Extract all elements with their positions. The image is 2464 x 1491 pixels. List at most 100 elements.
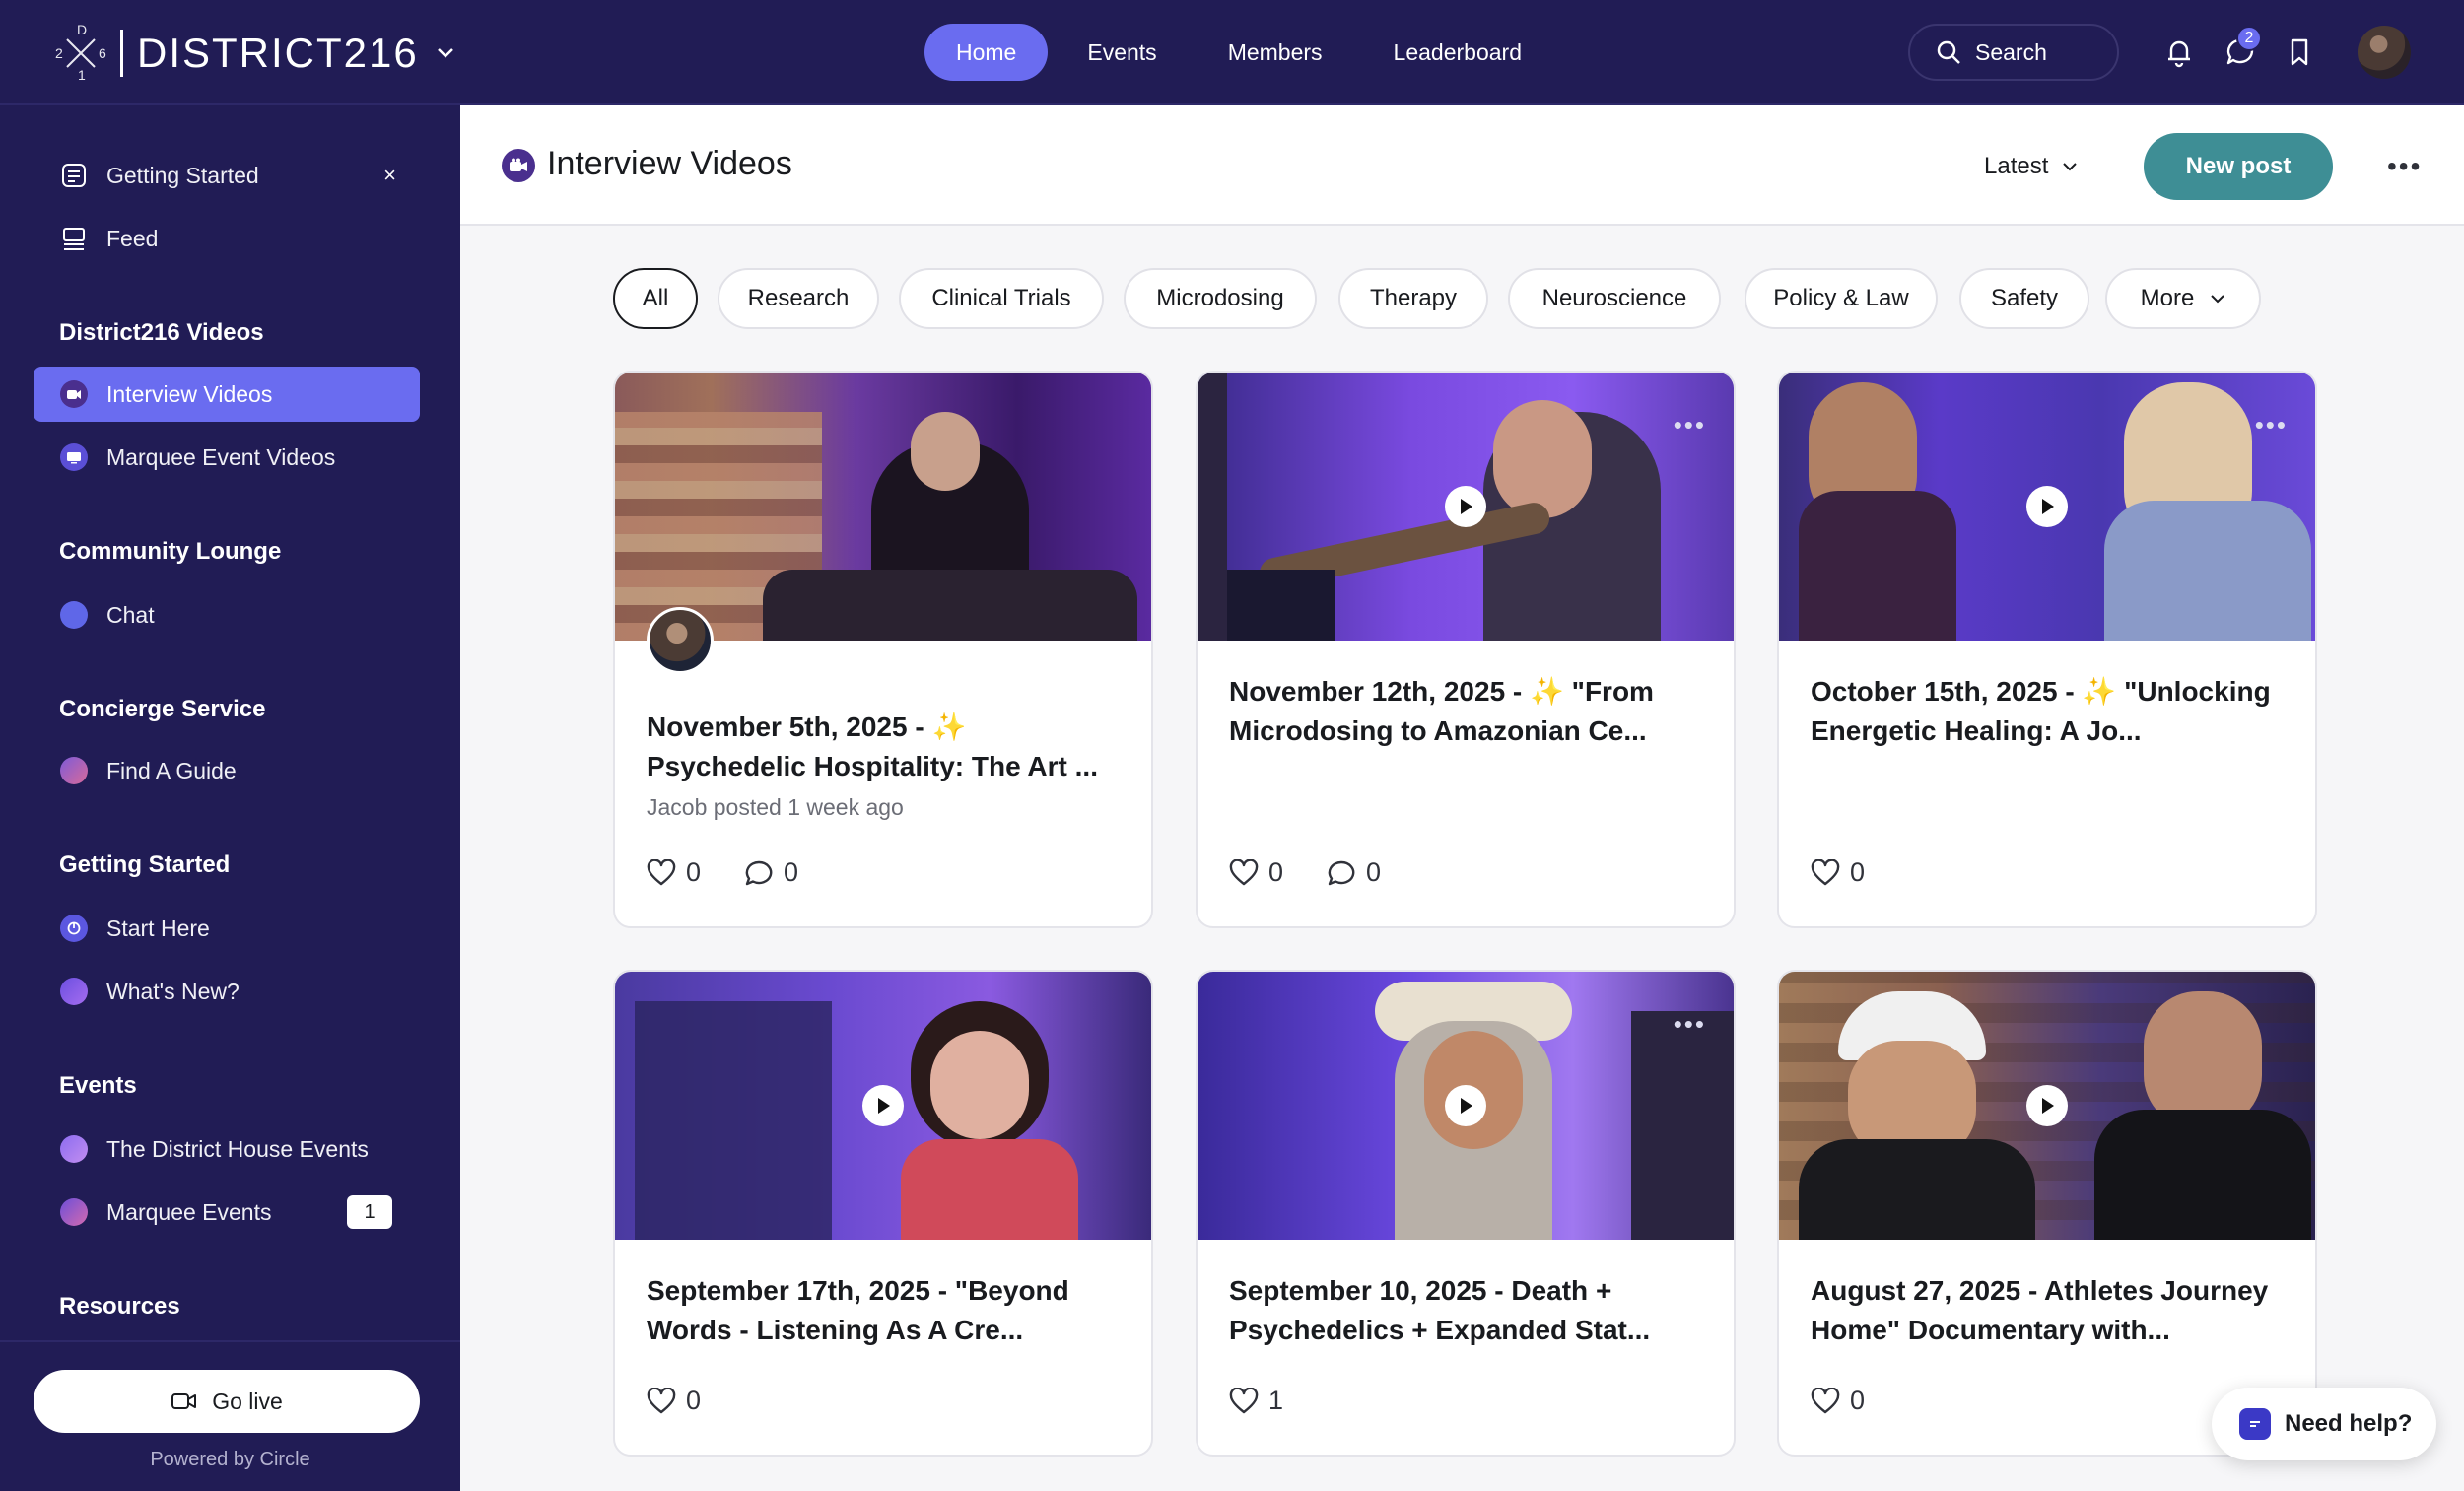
comment-count: 0 bbox=[1366, 857, 1382, 887]
filter-clinical-trials[interactable]: Clinical Trials bbox=[899, 268, 1104, 329]
powered-by-circle[interactable]: Powered by Circle bbox=[0, 1449, 460, 1471]
sidebar-section-heading: Events bbox=[59, 1072, 137, 1099]
bookmark-icon[interactable] bbox=[2283, 35, 2316, 69]
post-stats: 0 0 bbox=[1229, 857, 1408, 888]
like-button[interactable]: 0 bbox=[1811, 857, 1865, 888]
nav-leaderboard[interactable]: Leaderboard bbox=[1362, 24, 1553, 81]
filter-neuroscience[interactable]: Neuroscience bbox=[1508, 268, 1721, 329]
need-help-button[interactable]: Need help? bbox=[2212, 1388, 2436, 1460]
more-options-icon[interactable]: ••• bbox=[1674, 410, 1706, 441]
close-icon[interactable]: × bbox=[383, 163, 396, 188]
sidebar-item-find-a-guide[interactable]: Find A Guide bbox=[34, 743, 420, 798]
sidebar-item-label: What's New? bbox=[106, 978, 240, 1004]
filter-safety[interactable]: Safety bbox=[1959, 268, 2089, 329]
checklist-icon bbox=[59, 161, 89, 190]
search-button[interactable]: Search bbox=[1908, 24, 2119, 81]
post-title[interactable]: November 12th, 2025 - ✨ "From Microdosin… bbox=[1229, 672, 1712, 751]
guest-shirt bbox=[1799, 1139, 2035, 1240]
nav-home[interactable]: Home bbox=[924, 24, 1049, 81]
sidebar-item-start-here[interactable]: Start Here bbox=[34, 901, 420, 956]
post-card[interactable]: ••• October 15th, 2025 - ✨ "Unlocking En… bbox=[1777, 371, 2317, 928]
sidebar-item-label: Feed bbox=[106, 225, 159, 251]
page-title: Interview Videos bbox=[547, 145, 792, 182]
more-options-icon[interactable]: ••• bbox=[2387, 151, 2422, 182]
play-icon[interactable] bbox=[2026, 486, 2068, 527]
chevron-down-icon bbox=[2063, 163, 2078, 171]
video-thumbnail[interactable] bbox=[615, 972, 1151, 1240]
filter-microdosing[interactable]: Microdosing bbox=[1124, 268, 1317, 329]
sidebar-item-feed[interactable]: Feed bbox=[34, 211, 420, 266]
sidebar bbox=[0, 105, 460, 1491]
filter-more[interactable]: More bbox=[2105, 268, 2261, 329]
sidebar-item-whats-new[interactable]: What's New? bbox=[34, 964, 420, 1019]
post-title-line: August 27, 2025 - Athletes Journey bbox=[1811, 1275, 2269, 1306]
main-nav: Home Events Members Leaderboard bbox=[924, 24, 1553, 81]
like-button[interactable]: 1 bbox=[1229, 1386, 1283, 1416]
messages-badge: 2 bbox=[2236, 26, 2262, 51]
like-count: 0 bbox=[1268, 857, 1284, 887]
post-title[interactable]: November 5th, 2025 - ✨ Psychedelic Hospi… bbox=[647, 708, 1129, 786]
post-card[interactable]: November 5th, 2025 - ✨ Psychedelic Hospi… bbox=[613, 371, 1153, 928]
post-title-line: Home" Documentary with... bbox=[1811, 1315, 2170, 1345]
brand-divider bbox=[120, 30, 123, 77]
author-avatar[interactable] bbox=[647, 607, 714, 674]
heart-icon bbox=[1229, 1387, 1259, 1413]
video-thumbnail[interactable] bbox=[615, 373, 1151, 641]
bell-icon[interactable] bbox=[2162, 35, 2196, 69]
nav-members[interactable]: Members bbox=[1197, 24, 1354, 81]
post-card[interactable]: August 27, 2025 - Athletes Journey Home"… bbox=[1777, 970, 2317, 1457]
post-title[interactable]: August 27, 2025 - Athletes Journey Home"… bbox=[1811, 1271, 2293, 1350]
sidebar-item-marquee-event-videos[interactable]: Marquee Event Videos bbox=[34, 430, 420, 485]
filter-research[interactable]: Research bbox=[718, 268, 879, 329]
ticket-icon bbox=[59, 1197, 89, 1227]
search-label: Search bbox=[1975, 38, 2047, 65]
sidebar-item-interview-videos[interactable]: Interview Videos bbox=[34, 367, 420, 422]
go-live-button[interactable]: Go live bbox=[34, 1370, 420, 1433]
play-icon[interactable] bbox=[862, 1085, 904, 1126]
post-card[interactable]: ••• November 12th, 2025 - ✨ "From Microd… bbox=[1196, 371, 1736, 928]
sidebar-item-district-house-events[interactable]: The District House Events bbox=[34, 1121, 420, 1177]
like-button[interactable]: 0 bbox=[647, 1386, 701, 1416]
like-button[interactable]: 0 bbox=[647, 857, 701, 888]
comment-button[interactable]: 0 bbox=[1327, 857, 1381, 888]
post-title[interactable]: October 15th, 2025 - ✨ "Unlocking Energe… bbox=[1811, 672, 2293, 751]
sidebar-item-chat[interactable]: Chat bbox=[34, 587, 420, 643]
user-avatar[interactable] bbox=[2358, 26, 2411, 79]
play-icon[interactable] bbox=[1445, 1085, 1486, 1126]
sidebar-item-getting-started-checklist[interactable]: Getting Started × bbox=[34, 148, 420, 203]
power-icon bbox=[59, 914, 89, 943]
post-card[interactable]: September 17th, 2025 - "Beyond Words - L… bbox=[613, 970, 1153, 1457]
guide-icon bbox=[59, 756, 89, 785]
logo-letter: 2 bbox=[55, 45, 63, 61]
like-button[interactable]: 0 bbox=[1811, 1386, 1865, 1416]
post-card[interactable]: ••• September 10, 2025 - Death + Psyched… bbox=[1196, 970, 1736, 1457]
video-thumbnail[interactable]: ••• bbox=[1198, 373, 1734, 641]
help-chat-icon bbox=[2239, 1408, 2271, 1440]
filter-therapy[interactable]: Therapy bbox=[1338, 268, 1488, 329]
play-icon[interactable] bbox=[2026, 1085, 2068, 1126]
community-switcher[interactable]: D 2 6 1 DISTRICT216 bbox=[53, 22, 454, 85]
like-count: 0 bbox=[1850, 857, 1866, 887]
event-icon bbox=[59, 1134, 89, 1164]
video-thumbnail[interactable] bbox=[1779, 972, 2315, 1240]
video-thumbnail[interactable]: ••• bbox=[1198, 972, 1734, 1240]
nav-events[interactable]: Events bbox=[1056, 24, 1188, 81]
like-button[interactable]: 0 bbox=[1229, 857, 1283, 888]
post-title[interactable]: September 10, 2025 - Death + Psychedelic… bbox=[1229, 1271, 1712, 1350]
sidebar-section-heading: Resources bbox=[59, 1293, 180, 1320]
sort-dropdown[interactable]: Latest bbox=[1984, 153, 2078, 180]
host-silhouette bbox=[2104, 501, 2311, 641]
filter-policy-law[interactable]: Policy & Law bbox=[1745, 268, 1938, 329]
more-options-icon[interactable]: ••• bbox=[1674, 1009, 1706, 1040]
play-icon[interactable] bbox=[1445, 486, 1486, 527]
more-options-icon[interactable]: ••• bbox=[2255, 410, 2288, 441]
filter-all[interactable]: All bbox=[613, 268, 698, 329]
post-title-line: Microdosing to Amazonian Ce... bbox=[1229, 715, 1647, 746]
post-title[interactable]: September 17th, 2025 - "Beyond Words - L… bbox=[647, 1271, 1129, 1350]
sidebar-item-label: Interview Videos bbox=[106, 380, 273, 407]
sofa bbox=[763, 570, 1137, 641]
comment-button[interactable]: 0 bbox=[744, 857, 798, 888]
video-thumbnail[interactable]: ••• bbox=[1779, 373, 2315, 641]
logo-letter: 6 bbox=[99, 45, 106, 61]
new-post-button[interactable]: New post bbox=[2144, 133, 2333, 200]
